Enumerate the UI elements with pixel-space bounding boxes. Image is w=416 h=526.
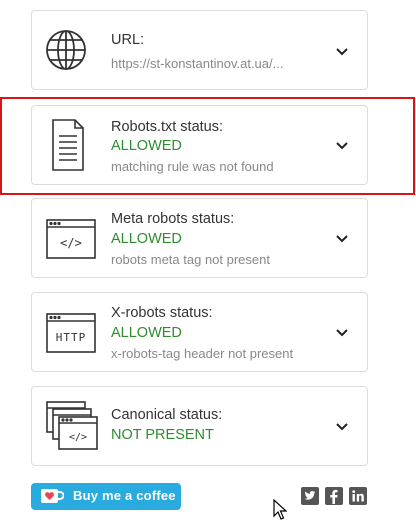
robots-txt-status: ALLOWED	[111, 138, 182, 154]
robots-txt-card[interactable]: Robots.txt status: ALLOWED matching rule…	[31, 105, 368, 185]
chevron-down-icon[interactable]	[335, 141, 349, 151]
globe-icon	[44, 28, 88, 77]
meta-robots-card[interactable]: </> Meta robots status: ALLOWED robots m…	[31, 198, 368, 278]
code-glyph: </>	[69, 432, 87, 443]
facebook-icon[interactable]	[325, 487, 343, 505]
chevron-down-icon[interactable]	[335, 328, 349, 338]
url-card[interactable]: URL: https://st-konstantinov.at.ua/...	[31, 10, 368, 90]
url-title: URL:	[111, 32, 145, 48]
code-window-icon: </>	[46, 219, 96, 264]
robots-txt-title: Robots.txt status:	[111, 119, 224, 135]
chevron-down-icon[interactable]	[335, 422, 349, 432]
mouse-cursor-icon	[273, 498, 288, 526]
twitter-icon[interactable]	[301, 487, 319, 505]
meta-robots-status: ALLOWED	[111, 231, 182, 247]
chevron-down-icon[interactable]	[335, 47, 349, 57]
x-robots-status: ALLOWED	[111, 325, 182, 341]
chevron-down-icon[interactable]	[335, 234, 349, 244]
meta-robots-title: Meta robots status:	[111, 211, 235, 227]
coffee-label: Buy me a coffee	[73, 488, 176, 503]
http-glyph: HTTP	[56, 331, 87, 344]
x-robots-detail: x-robots-tag header not present	[111, 346, 294, 361]
canonical-card[interactable]: </> Canonical status: NOT PRESENT	[31, 386, 368, 466]
canonical-status: NOT PRESENT	[111, 427, 214, 443]
robots-txt-detail: matching rule was not found	[111, 159, 274, 174]
http-window-icon: HTTP	[46, 313, 96, 358]
canonical-title: Canonical status:	[111, 407, 223, 423]
x-robots-card[interactable]: HTTP X-robots status: ALLOWED x-robots-t…	[31, 292, 368, 372]
meta-robots-detail: robots meta tag not present	[111, 252, 270, 267]
x-robots-title: X-robots status:	[111, 305, 213, 321]
url-value: https://st-konstantinov.at.ua/...	[111, 56, 284, 71]
code-glyph: </>	[60, 236, 82, 250]
document-icon	[51, 118, 85, 177]
buy-me-a-coffee-button[interactable]: Buy me a coffee	[31, 483, 181, 510]
linkedin-icon[interactable]	[349, 487, 367, 505]
stacked-windows-icon: </>	[46, 401, 98, 458]
coffee-cup-icon	[40, 488, 65, 508]
